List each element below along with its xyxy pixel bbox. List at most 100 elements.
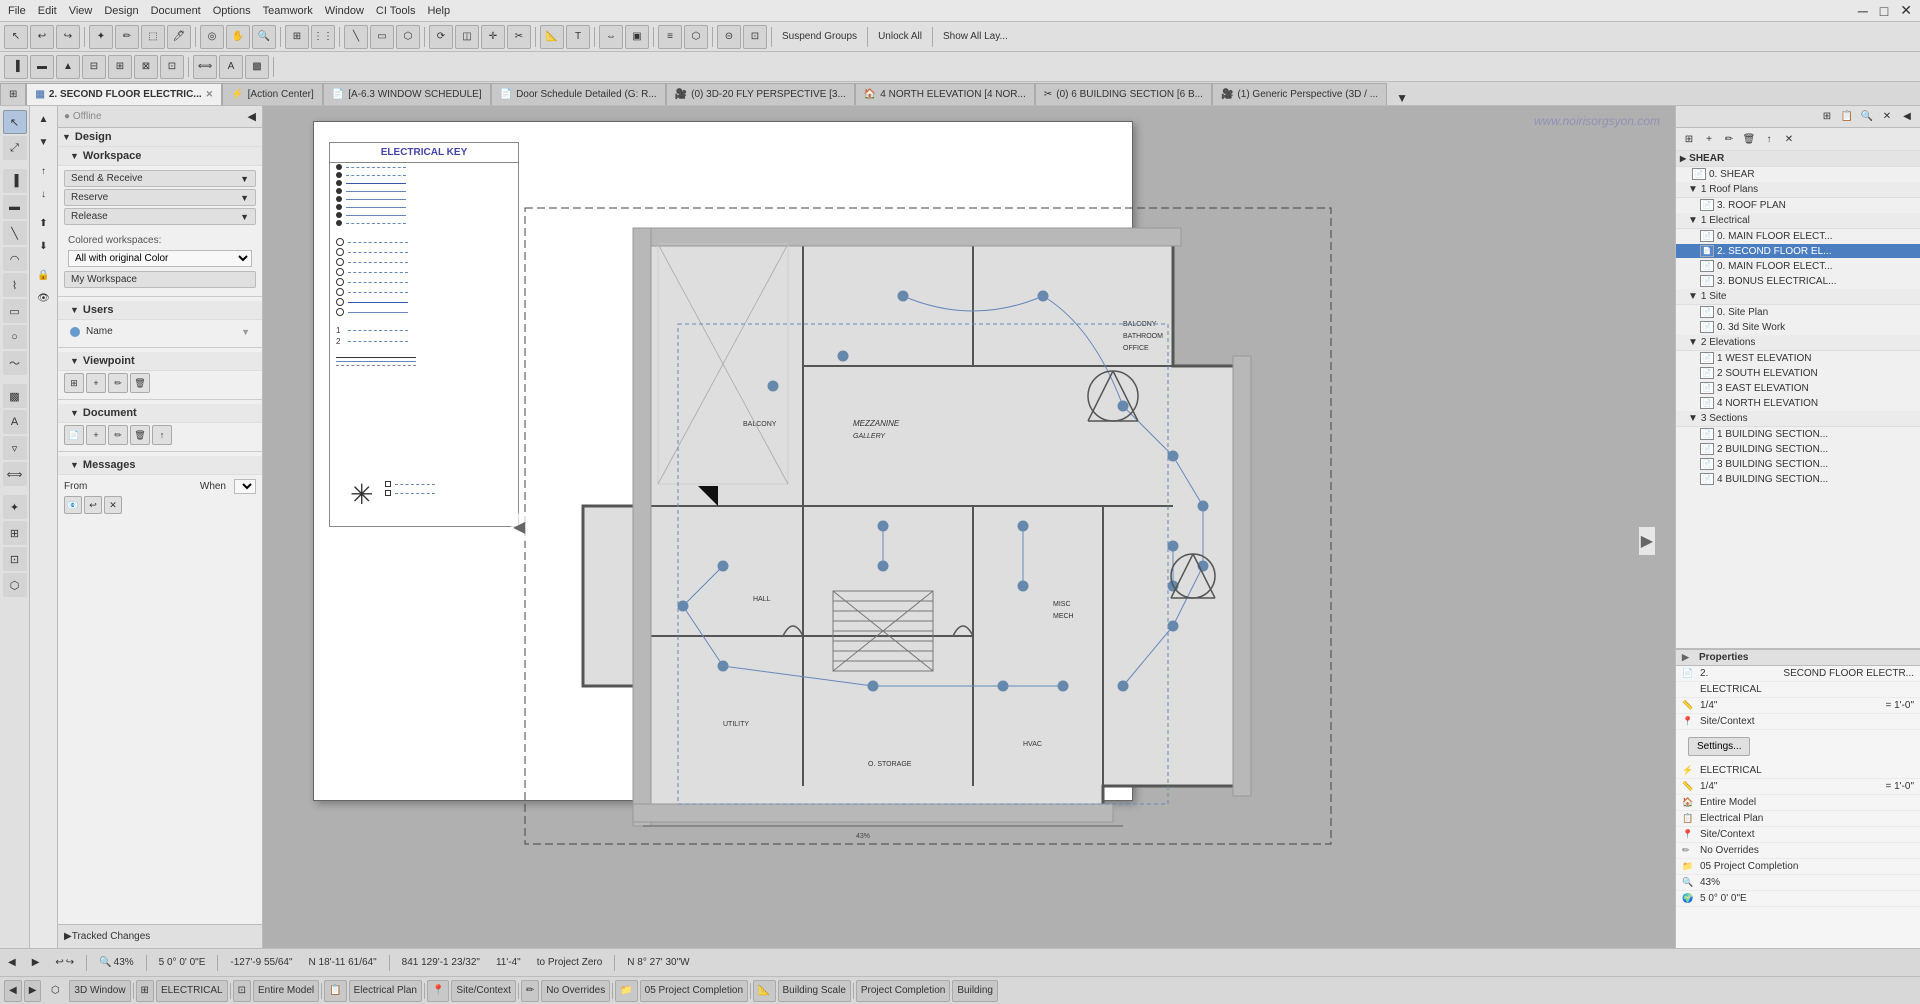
tool-mirror[interactable]: ◫ (455, 25, 479, 49)
tool-3d-cut[interactable]: ✦ (3, 495, 27, 519)
tree-item-south-elev[interactable]: 📄 2 SOUTH ELEVATION (1676, 366, 1920, 381)
tool-label-draw[interactable]: ▿ (3, 436, 27, 460)
doc-icon-2[interactable]: + (86, 425, 106, 445)
bt-view-icon[interactable]: ⬡ (43, 980, 67, 1002)
bt-scale-icon[interactable]: 📐 (753, 980, 775, 1002)
lst-up[interactable]: ▲ (33, 108, 55, 130)
tool-line[interactable]: ╲ (344, 25, 368, 49)
tab-building-section[interactable]: ✂ (0) 6 BUILDING SECTION [6 B... (1035, 83, 1212, 105)
menu-citools[interactable]: CI Tools (376, 5, 416, 17)
tool-window[interactable]: ⊞ (108, 55, 132, 79)
status-zoom-pct[interactable]: 🔍 43% (95, 957, 137, 968)
rp-nav-icon-6[interactable]: ✕ (1780, 130, 1798, 148)
tool-cursor[interactable]: ✦ (89, 25, 113, 49)
msg-icon-1[interactable]: 📧 (64, 496, 82, 514)
vp-icon-2[interactable]: + (86, 373, 106, 393)
tree-subheader-sections[interactable]: ▼ 3 Sections (1676, 411, 1920, 427)
tool-line-draw[interactable]: ╲ (3, 221, 27, 245)
release-btn[interactable]: Release ▼ (64, 208, 256, 225)
tree-item-3d-site[interactable]: 📄 0. 3d Site Work (1676, 320, 1920, 335)
tool-trim[interactable]: ✂ (507, 25, 531, 49)
tool-wall-draw[interactable]: ▐ (3, 169, 27, 193)
menu-design[interactable]: Design (104, 5, 138, 17)
bt-overrides-icon[interactable]: ✏ (521, 980, 539, 1002)
design-section-header[interactable]: ▼ Design (58, 128, 262, 147)
tree-item-bonus-elec[interactable]: 📄 3. BONUS ELECTRICAL... (1676, 274, 1920, 289)
pan-right-btn[interactable]: ▶ (1639, 527, 1655, 555)
bt-no-overrides[interactable]: No Overrides (541, 980, 610, 1002)
bt-site-icon[interactable]: 📍 (427, 980, 449, 1002)
tab-second-floor[interactable]: ▦ 2. SECOND FLOOR ELECTRIC... ✕ (26, 83, 222, 105)
tool-group[interactable]: ▣ (625, 25, 649, 49)
menu-window[interactable]: Window (325, 5, 364, 17)
when-select[interactable] (234, 479, 256, 494)
settings-button[interactable]: Settings... (1688, 737, 1750, 756)
bt-project-completion[interactable]: 05 Project Completion (640, 980, 748, 1002)
tool-door[interactable]: ⊟ (82, 55, 106, 79)
tool-align[interactable]: ⇔ (599, 25, 623, 49)
tree-item-roofplan[interactable]: 📄 3. ROOF PLAN (1676, 198, 1920, 213)
tool-3d-view[interactable]: ⬡ (684, 25, 708, 49)
tool-elevation[interactable]: ⊡ (743, 25, 767, 49)
tool-symbol[interactable]: ⊡ (3, 547, 27, 571)
tab-generic-persp[interactable]: 🎥 (1) Generic Perspective (3D / ... (1212, 83, 1387, 105)
tool-rect-draw[interactable]: ▭ (3, 299, 27, 323)
bt-building[interactable]: Building (952, 980, 998, 1002)
tool-zone[interactable]: ⬡ (3, 573, 27, 597)
rp-btn-1[interactable]: ⊞ (1818, 108, 1836, 126)
doc-icon-5[interactable]: ↑ (152, 425, 172, 445)
tool-select[interactable]: ↖ (3, 110, 27, 134)
reserve-btn[interactable]: Reserve ▼ (64, 189, 256, 206)
tool-move[interactable]: ✛ (481, 25, 505, 49)
tool-circle[interactable]: ○ (3, 325, 27, 349)
tool-redo[interactable]: ↪ (56, 25, 80, 49)
tool-magic[interactable]: 🖊 (167, 25, 191, 49)
tool-wall[interactable]: ▐ (4, 55, 28, 79)
tool-column[interactable]: ⊡ (160, 55, 184, 79)
send-receive-btn[interactable]: Send & Receive ▼ (64, 170, 256, 187)
messages-section-header[interactable]: ▼ Messages (58, 456, 262, 475)
panel-collapse[interactable]: ◀ (248, 110, 256, 123)
tool-dim[interactable]: ⟺ (193, 55, 217, 79)
menu-view[interactable]: View (69, 5, 93, 17)
tool-slab[interactable]: ▬ (30, 55, 54, 79)
tool-orbit[interactable]: ◎ (200, 25, 224, 49)
tree-item-section-4[interactable]: 📄 4 BUILDING SECTION... (1676, 472, 1920, 487)
lst-receive[interactable]: ↓ (33, 183, 55, 205)
tool-hatch[interactable]: ▩ (3, 384, 27, 408)
tool-label[interactable]: A (219, 55, 243, 79)
vp-icon-4[interactable]: 🗑 (130, 373, 150, 393)
bt-electrical-plan[interactable]: Electrical Plan (349, 980, 422, 1002)
tool-grid[interactable]: ⋮⋮ (311, 25, 335, 49)
my-workspace-btn[interactable]: My Workspace (64, 271, 256, 288)
rp-nav-icon-3[interactable]: ✏ (1720, 130, 1738, 148)
lst-send[interactable]: ↑ (33, 160, 55, 182)
tabs-overflow[interactable]: ▼ (1387, 91, 1417, 105)
tool-section[interactable]: ⊝ (717, 25, 741, 49)
bt-site-context[interactable]: Site/Context (451, 980, 515, 1002)
tool-pen[interactable]: ✏ (115, 25, 139, 49)
rp-nav-icon-2[interactable]: + (1700, 130, 1718, 148)
window-minimize[interactable]: ─ (1858, 3, 1868, 19)
tree-item-main-floor-elec[interactable]: 📄 0. MAIN FLOOR ELECT... (1676, 229, 1920, 244)
tool-fill[interactable]: ▩ (245, 55, 269, 79)
lst-lock[interactable]: 🔒 (33, 264, 55, 286)
tool-spline[interactable]: 〜 (3, 351, 27, 375)
tree-subheader-roofplans[interactable]: ▼ 1 Roof Plans (1676, 182, 1920, 198)
rp-btn-4[interactable]: ✕ (1878, 108, 1896, 126)
tool-arrow[interactable]: ↖ (4, 25, 28, 49)
bt-plan-icon[interactable]: 📋 (324, 980, 346, 1002)
menu-document[interactable]: Document (151, 5, 201, 17)
tree-item-site-plan[interactable]: 📄 0. Site Plan (1676, 305, 1920, 320)
msg-icon-3[interactable]: ✕ (104, 496, 122, 514)
tool-snap[interactable]: ⊞ (285, 25, 309, 49)
tree-item-second-floor-elec[interactable]: 📄 2. SECOND FLOOR EL... (1676, 244, 1920, 259)
tab-window-schedule[interactable]: 📄 [A-6.3 WINDOW SCHEDULE] (323, 83, 491, 105)
doc-icon-1[interactable]: 📄 (64, 425, 84, 445)
tool-marquee[interactable]: ⬚ (141, 25, 165, 49)
tool-poly[interactable]: ⬡ (396, 25, 420, 49)
tab-navigator[interactable]: ⊞ (0, 83, 26, 105)
tool-polyline[interactable]: ⌇ (3, 273, 27, 297)
bt-electrical[interactable]: ELECTRICAL (156, 980, 228, 1002)
tab-door-schedule[interactable]: 📄 Door Schedule Detailed (G: R... (491, 83, 666, 105)
